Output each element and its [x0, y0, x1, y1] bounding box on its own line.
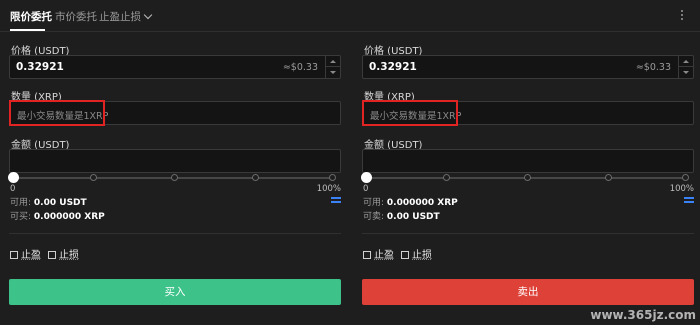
- slider-min-label: 0: [363, 184, 369, 194]
- stepper-up-icon[interactable]: [679, 56, 693, 67]
- tab-limit-order[interactable]: 限价委托: [10, 9, 52, 24]
- can-buy-value: 0.000000 XRP: [33, 212, 105, 222]
- swap-arrows-icon[interactable]: [331, 195, 341, 204]
- qty-placeholder: 最小交易数量是1XRP: [370, 111, 462, 122]
- stepper-up-icon[interactable]: [326, 56, 340, 67]
- qty-input[interactable]: 最小交易数量是1XRP: [362, 101, 694, 125]
- price-value: 0.32921: [369, 61, 417, 73]
- price-approx: ≈$0.33: [635, 62, 671, 73]
- take-profit-checkbox[interactable]: 止盈: [10, 246, 41, 261]
- stop-loss-label: 止损: [412, 250, 432, 261]
- slider-min-label: 0: [10, 184, 16, 194]
- available-value: 0.000000 XRP: [386, 198, 458, 208]
- stop-loss-checkbox[interactable]: 止损: [48, 246, 79, 261]
- slider-step-100[interactable]: [329, 174, 336, 181]
- take-profit-label: 止盈: [21, 250, 41, 261]
- slider-step-50[interactable]: [524, 174, 531, 181]
- slider-step-75[interactable]: [252, 174, 259, 181]
- slider-step-50[interactable]: [171, 174, 178, 181]
- take-profit-label: 止盈: [374, 250, 394, 261]
- divider: [362, 233, 694, 234]
- price-stepper[interactable]: [325, 56, 340, 78]
- amount-slider[interactable]: [8, 172, 336, 183]
- take-profit-checkbox[interactable]: 止盈: [363, 246, 394, 261]
- can-sell-value: 0.00 USDT: [386, 212, 440, 222]
- amount-input[interactable]: [9, 149, 341, 173]
- qty-input[interactable]: 最小交易数量是1XRP: [9, 101, 341, 125]
- buy-panel: 价格 (USDT) 0.32921 ≈$0.33 数量 (XRP) 最小交易数量…: [8, 32, 341, 325]
- chevron-down-icon: [143, 10, 153, 20]
- checkbox-icon[interactable]: [48, 251, 56, 259]
- active-tab-indicator: [10, 29, 45, 31]
- stop-loss-label: 止损: [59, 250, 79, 261]
- available-label: 可用:: [363, 198, 385, 208]
- slider-step-75[interactable]: [605, 174, 612, 181]
- can-buy-label: 可买:: [10, 212, 32, 222]
- tab-tp-sl-label: 止盈止损: [99, 11, 141, 23]
- price-approx: ≈$0.33: [282, 62, 318, 73]
- slider-knob[interactable]: [361, 172, 372, 183]
- price-stepper[interactable]: [678, 56, 693, 78]
- watermark: www.365jz.com: [590, 308, 696, 322]
- stepper-down-icon[interactable]: [326, 67, 340, 78]
- swap-arrows-icon[interactable]: [684, 195, 694, 204]
- order-type-tabs: 限价委托 市价委托 止盈止损: [0, 0, 700, 32]
- price-value: 0.32921: [16, 61, 64, 73]
- can-sell-row: 可卖: 0.00 USDT: [363, 209, 440, 222]
- divider: [9, 233, 341, 234]
- amount-input[interactable]: [362, 149, 694, 173]
- available-row: 可用: 0.000000 XRP: [363, 195, 458, 208]
- price-input[interactable]: 0.32921 ≈$0.33: [362, 55, 694, 79]
- buy-button[interactable]: 买入: [9, 279, 341, 305]
- can-buy-row: 可买: 0.000000 XRP: [10, 209, 105, 222]
- available-label: 可用:: [10, 198, 32, 208]
- vertical-dots-icon[interactable]: [678, 10, 686, 23]
- slider-max-label: 100%: [669, 184, 694, 194]
- qty-placeholder: 最小交易数量是1XRP: [17, 111, 109, 122]
- slider-knob[interactable]: [8, 172, 19, 183]
- stop-loss-checkbox[interactable]: 止损: [401, 246, 432, 261]
- tab-market-order[interactable]: 市价委托: [55, 9, 97, 24]
- checkbox-icon[interactable]: [401, 251, 409, 259]
- available-value: 0.00 USDT: [33, 198, 87, 208]
- amount-slider[interactable]: [361, 172, 689, 183]
- price-input[interactable]: 0.32921 ≈$0.33: [9, 55, 341, 79]
- sell-button[interactable]: 卖出: [362, 279, 694, 305]
- slider-step-25[interactable]: [90, 174, 97, 181]
- checkbox-icon[interactable]: [363, 251, 371, 259]
- stepper-down-icon[interactable]: [679, 67, 693, 78]
- slider-step-25[interactable]: [443, 174, 450, 181]
- slider-step-100[interactable]: [682, 174, 689, 181]
- can-sell-label: 可卖:: [363, 212, 385, 222]
- available-row: 可用: 0.00 USDT: [10, 195, 87, 208]
- slider-max-label: 100%: [316, 184, 341, 194]
- tab-tp-sl[interactable]: 止盈止损: [99, 9, 153, 24]
- checkbox-icon[interactable]: [10, 251, 18, 259]
- sell-panel: 价格 (USDT) 0.32921 ≈$0.33 数量 (XRP) 最小交易数量…: [361, 32, 694, 325]
